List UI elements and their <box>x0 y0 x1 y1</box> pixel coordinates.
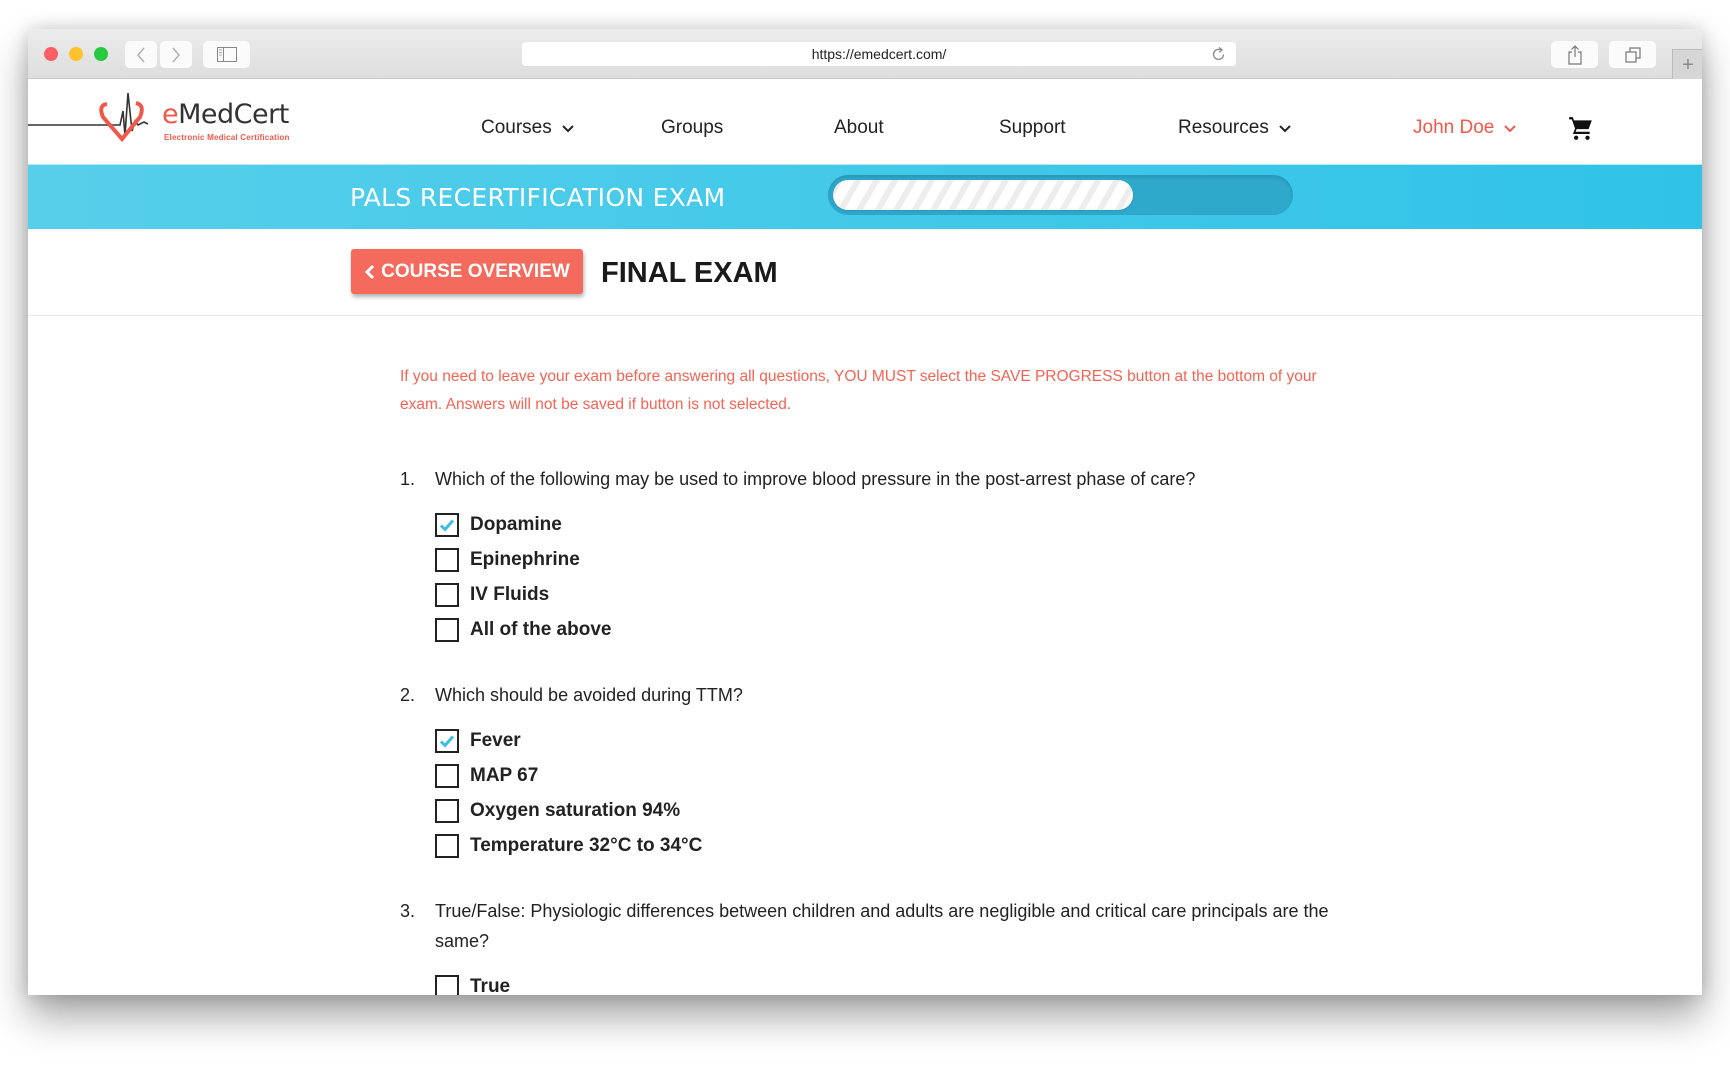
answer-option-label: IV Fluids <box>470 584 550 605</box>
exam-banner: PALS RECERTIFICATION EXAM <box>28 164 1702 229</box>
checkbox[interactable] <box>435 583 459 607</box>
answer-option[interactable]: Fever <box>435 729 521 753</box>
nav-courses-label: Courses <box>481 117 552 138</box>
nav-courses[interactable]: Courses <box>481 117 574 139</box>
checkbox-checked[interactable] <box>435 513 459 537</box>
answer-option-label: Oxygen saturation 94% <box>470 800 681 821</box>
checkbox-checked[interactable] <box>435 729 459 753</box>
shopping-cart-icon <box>1569 117 1592 140</box>
answer-option[interactable]: Oxygen saturation 94% <box>435 799 680 823</box>
plus-icon: + <box>1682 53 1694 76</box>
nav-support-label: Support <box>999 117 1066 138</box>
question-text: Which of the following may be used to im… <box>435 469 1196 489</box>
chevron-down-icon <box>1504 125 1517 133</box>
save-progress-notice: If you need to leave your exam before an… <box>400 368 1317 413</box>
logo-wordmark: eMedCert <box>162 99 289 130</box>
sidebar-toggle-button[interactable] <box>203 41 250 68</box>
page-title: FINAL EXAM <box>601 257 778 289</box>
answer-option[interactable]: Dopamine <box>435 513 562 537</box>
question-number: 2. <box>400 685 416 705</box>
checkbox[interactable] <box>435 764 459 788</box>
nav-groups[interactable]: Groups <box>661 117 723 139</box>
tabs-icon <box>1624 46 1641 63</box>
course-overview-label: COURSE OVERVIEW <box>381 260 570 282</box>
chevron-left-icon <box>365 264 375 279</box>
checkbox[interactable] <box>435 834 459 858</box>
cart-button[interactable] <box>1568 115 1594 146</box>
answer-option-label: MAP 67 <box>470 765 539 786</box>
question-text: True/False: Physiologic differences betw… <box>435 901 1329 951</box>
exam-title: PALS RECERTIFICATION EXAM <box>350 183 726 212</box>
nav-support[interactable]: Support <box>999 117 1066 139</box>
checkmark-icon <box>439 735 455 748</box>
checkbox[interactable] <box>435 548 459 572</box>
answer-option-label: True <box>470 976 511 995</box>
site-logo[interactable]: eMedCert Electronic Medical Certificatio… <box>28 91 298 151</box>
close-window-button[interactable] <box>44 47 58 61</box>
question-text: Which should be avoided during TTM? <box>435 685 743 705</box>
nav-resources-label: Resources <box>1178 117 1269 138</box>
chevron-down-icon <box>562 125 574 133</box>
forward-button[interactable] <box>160 41 192 68</box>
heartbeat-logo-icon <box>28 92 149 143</box>
nav-about-label: About <box>834 117 884 138</box>
user-menu[interactable]: John Doe <box>1413 117 1517 139</box>
chevron-down-icon <box>1279 125 1291 133</box>
address-bar[interactable]: https://emedcert.com/ <box>522 42 1236 66</box>
answer-option[interactable]: Temperature 32°C to 34°C <box>435 834 702 858</box>
user-name: John Doe <box>1413 117 1495 138</box>
url-text: https://emedcert.com/ <box>811 46 947 62</box>
exam-progress-fill <box>833 180 1133 210</box>
question-number: 1. <box>400 469 416 489</box>
checkbox[interactable] <box>435 799 459 823</box>
chevron-right-icon <box>172 47 180 62</box>
header-divider <box>28 315 1702 316</box>
answer-option[interactable]: MAP 67 <box>435 764 538 788</box>
new-tab-button[interactable]: + <box>1672 49 1702 80</box>
logo-tagline: Electronic Medical Certification <box>164 133 290 142</box>
back-button[interactable] <box>125 41 157 68</box>
checkmark-icon <box>439 519 455 532</box>
nav-resources[interactable]: Resources <box>1178 117 1291 139</box>
checkbox[interactable] <box>435 975 459 995</box>
browser-toolbar: https://emedcert.com/ + <box>28 29 1702 80</box>
answer-option-label: Dopamine <box>470 514 562 535</box>
share-icon <box>1567 44 1582 65</box>
answer-option[interactable]: All of the above <box>435 618 611 642</box>
answer-option-label: Fever <box>470 730 521 751</box>
course-overview-button[interactable]: COURSE OVERVIEW <box>351 249 583 294</box>
nav-about[interactable]: About <box>834 117 884 139</box>
minimize-window-button[interactable] <box>69 47 83 61</box>
browser-window: https://emedcert.com/ + eMedCert Electro… <box>28 29 1702 995</box>
checkbox[interactable] <box>435 618 459 642</box>
site-header: eMedCert Electronic Medical Certificatio… <box>28 79 1702 164</box>
share-button[interactable] <box>1551 41 1598 68</box>
exam-progress-bar <box>828 175 1293 215</box>
chevron-left-icon <box>137 47 145 62</box>
answer-option[interactable]: Epinephrine <box>435 548 580 572</box>
sidebar-icon <box>216 47 237 62</box>
question-number: 3. <box>400 901 416 921</box>
answer-option[interactable]: IV Fluids <box>435 583 549 607</box>
answer-option-label: All of the above <box>470 619 612 640</box>
answer-option-label: Epinephrine <box>470 549 580 570</box>
answer-option[interactable]: True <box>435 975 510 995</box>
reload-icon[interactable] <box>1212 46 1226 62</box>
tabs-overview-button[interactable] <box>1609 41 1656 68</box>
nav-groups-label: Groups <box>661 117 724 138</box>
zoom-window-button[interactable] <box>94 47 108 61</box>
answer-option-label: Temperature 32°C to 34°C <box>470 835 703 856</box>
